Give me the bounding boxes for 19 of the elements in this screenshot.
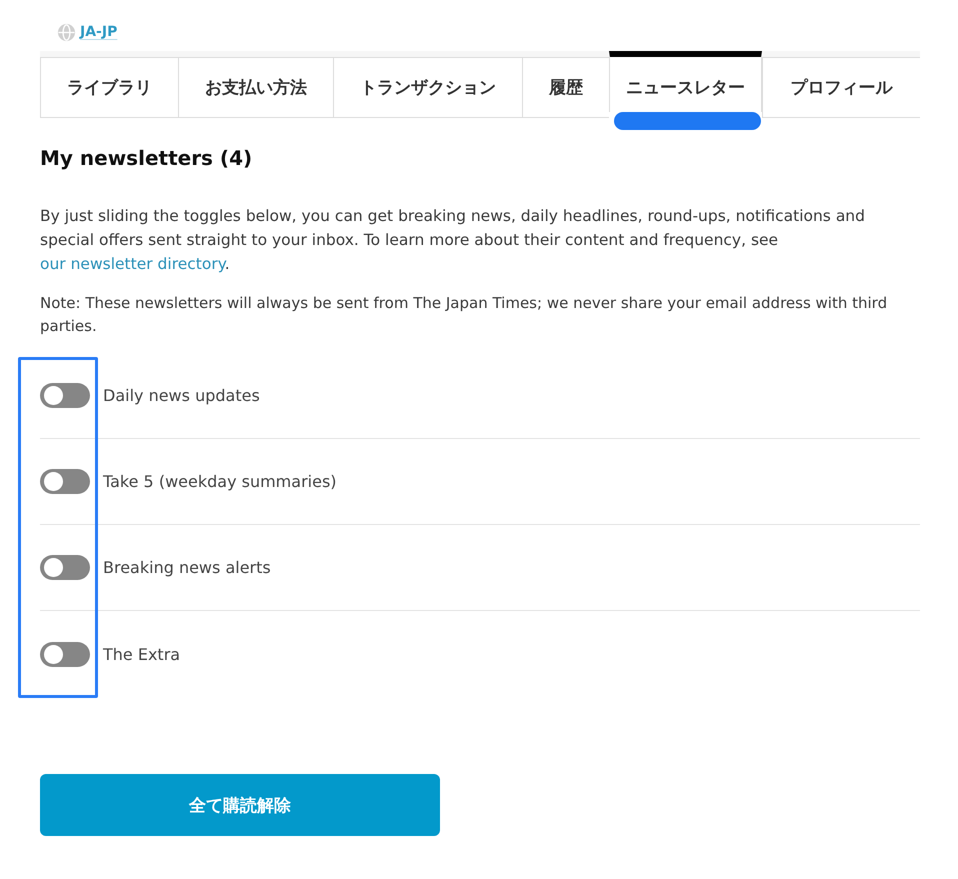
intro-paragraph: By just sliding the toggles below, you can get breaking news, daily headlines, round-ups, notifications and special offers sent straight to your inbox. To learn more about their content and frequency, see our newsletter directory.: [40, 206, 866, 275]
toggle-switch[interactable]: [40, 642, 90, 666]
tab[interactable]: トランザクション: [333, 57, 522, 118]
newsletter-label: Daily news updates: [103, 386, 260, 405]
newsletter-label: The Extra: [103, 644, 180, 664]
tab[interactable]: 履歴: [522, 57, 609, 118]
tab[interactable]: ニュースレター: [609, 51, 762, 112]
section-heading: My newsletters (4): [40, 146, 254, 170]
tab[interactable]: プロフィール: [762, 57, 920, 118]
tab[interactable]: ライブラリ: [40, 57, 178, 118]
toggle-switch[interactable]: [40, 555, 90, 580]
directory-link[interactable]: our newsletter directory: [40, 255, 225, 273]
toggle-switch[interactable]: [40, 469, 90, 494]
globe-icon: [57, 22, 76, 42]
newsletter-label: Take 5 (weekday summaries): [103, 472, 337, 491]
tab[interactable]: お支払い方法: [178, 57, 333, 118]
newsletter-label: Breaking news alerts: [103, 558, 271, 577]
note-paragraph: Note: These newsletters will always be sent from The Japan Times; we never share your email address with third parties.: [40, 293, 888, 337]
toggle-switch[interactable]: [40, 383, 90, 408]
